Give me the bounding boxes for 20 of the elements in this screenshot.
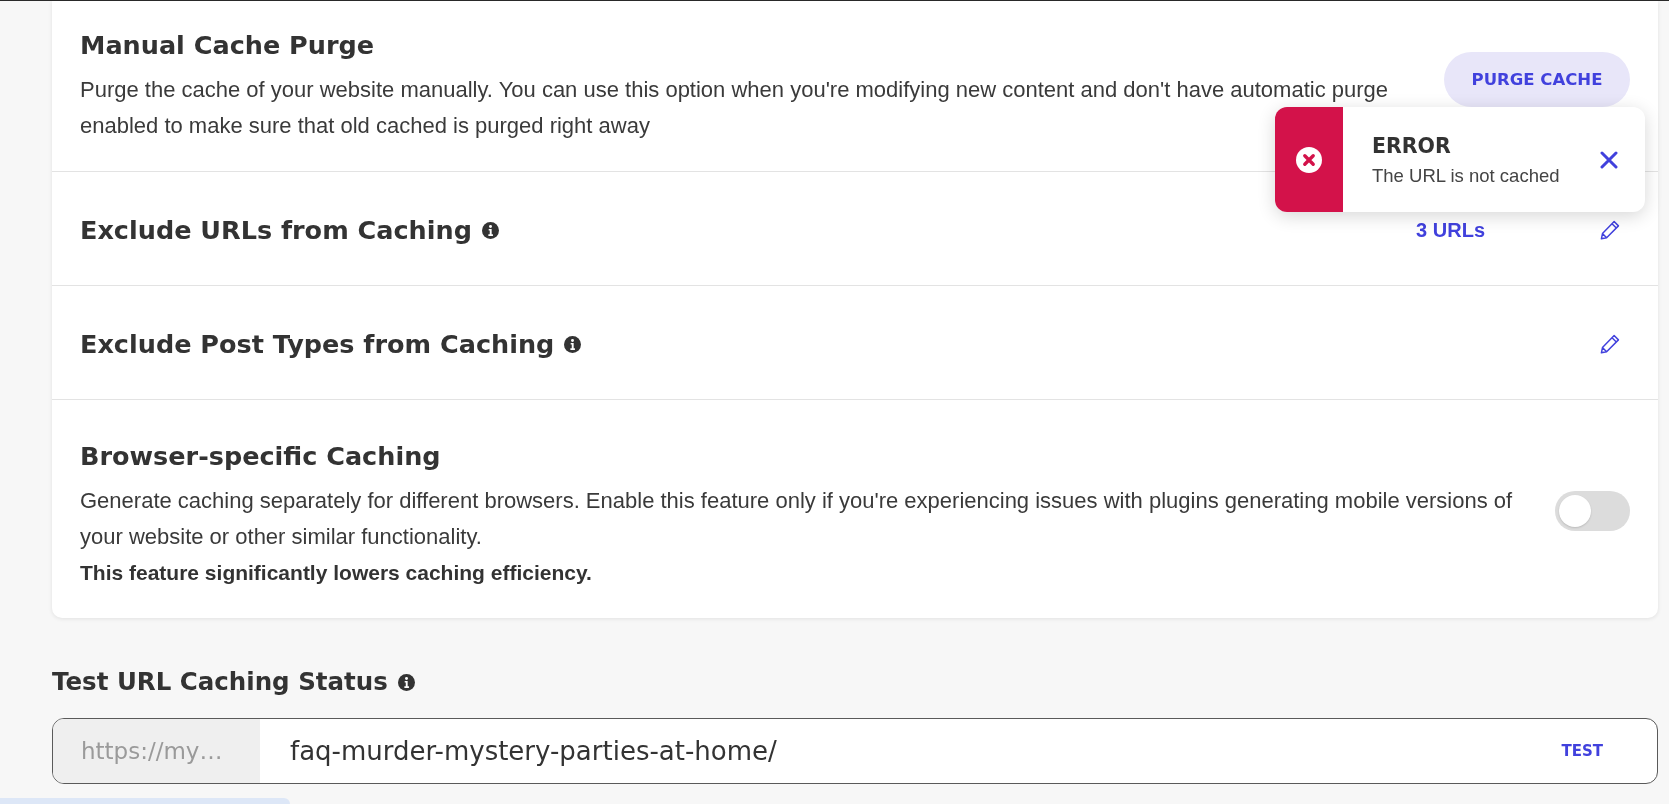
setting-title: Browser-specific Caching	[80, 440, 441, 473]
error-icon	[1296, 146, 1322, 173]
pencil-icon	[1599, 333, 1621, 355]
close-icon	[1600, 150, 1618, 169]
url-input[interactable]: faq-murder-mystery-parties-at-home/	[260, 719, 1542, 783]
pencil-icon	[1599, 219, 1621, 241]
close-button[interactable]	[1600, 150, 1618, 169]
test-button[interactable]: TEST	[1541, 719, 1657, 783]
url-count-link[interactable]: 3 URLs	[1416, 218, 1485, 242]
section-title: Test URL Caching Status	[52, 666, 388, 698]
setting-title: Exclude URLs from Caching	[80, 214, 472, 247]
setting-description: Generate caching separately for different browsers. Enable this feature only if you're experiencing issues with plugins generating mobile versions of your website or other similar functionality.	[80, 487, 1514, 551]
purge-cache-button[interactable]: PURGE CACHE	[1444, 52, 1630, 107]
warning-note: This feature significantly lowers caching efficiency.	[80, 560, 593, 586]
toggle-switch[interactable]	[1555, 491, 1630, 531]
setting-title: Manual Cache Purge	[80, 29, 375, 62]
setting-title: Exclude Post Types from Caching	[80, 328, 555, 361]
toast-message: The URL is not cached	[1372, 164, 1561, 187]
url-field[interactable]: https://my… faq-murder-mystery-parties-at-home/ TEST	[52, 718, 1658, 784]
url-prefix: https://my…	[53, 719, 260, 783]
